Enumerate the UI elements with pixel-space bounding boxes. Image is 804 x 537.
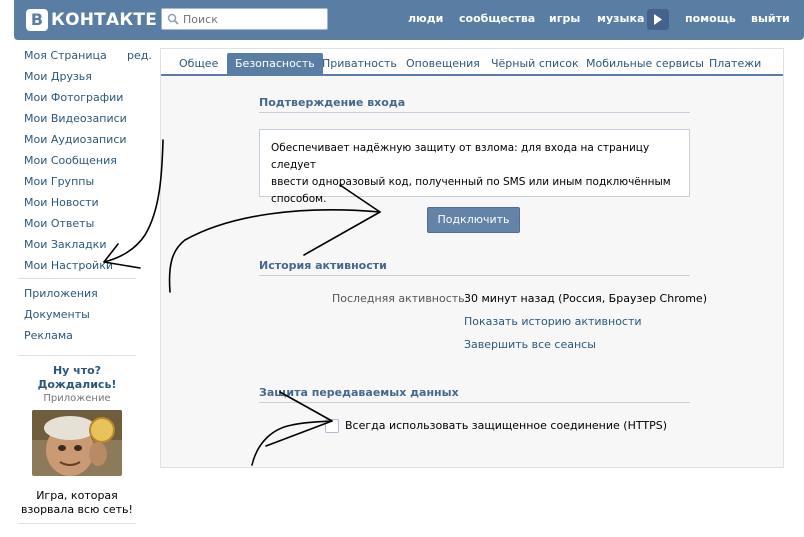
tab-security[interactable]: Безопасность [227, 53, 323, 76]
description-line: ввести одноразовый код, полученный по SM… [271, 176, 671, 188]
vk-logo-icon: B [26, 9, 48, 31]
section-divider [259, 275, 690, 276]
menu-divider [18, 355, 136, 356]
https-checkbox-label[interactable]: Всегда использовать защищенное соединени… [345, 419, 667, 432]
tab-privacy[interactable]: Приватность [314, 53, 405, 76]
search-input[interactable] [183, 11, 323, 27]
top-header: B КОНТАКТЕ люди сообщества игры музыка п… [14, 0, 804, 40]
menu-my-audio[interactable]: Мои Аудиозаписи [24, 133, 127, 146]
promo-title-line1[interactable]: Ну что? [18, 364, 136, 378]
settings-panel: Общее Безопасность Приватность Оповещени… [160, 48, 784, 468]
menu-my-videos[interactable]: Мои Видеозаписи [24, 112, 127, 125]
last-activity-value: 30 минут назад (Россия, Браузер Chrome) [464, 292, 707, 305]
last-activity-label: Последняя активность: [332, 292, 469, 305]
caveman-app-image[interactable] [32, 410, 122, 476]
promo-subtitle: Приложение [43, 393, 111, 404]
vk-logo-text: КОНТАКТЕ [51, 10, 158, 30]
app-promo[interactable]: Ну что? Дождались! Приложение Игра, кото… [18, 364, 136, 517]
tab-blacklist[interactable]: Чёрный список [483, 53, 587, 76]
menu-my-photos[interactable]: Мои Фотографии [24, 91, 123, 104]
description-line: способом. [271, 193, 327, 205]
nav-games[interactable]: игры [549, 12, 580, 25]
login-confirm-description: Обеспечивает надёжную защиту от взлома: … [259, 129, 690, 205]
promo-caption-line2: взорвала всю сеть! [21, 503, 133, 516]
vk-logo[interactable]: B КОНТАКТЕ [26, 8, 157, 32]
menu-ads[interactable]: Реклама [24, 329, 73, 342]
connect-button[interactable]: Подключить [427, 207, 520, 233]
promo-title-line2[interactable]: Дождались! [18, 378, 136, 392]
play-button[interactable] [647, 9, 669, 30]
tab-general[interactable]: Общее [171, 53, 226, 76]
search-icon [167, 13, 179, 25]
nav-people[interactable]: люди [408, 12, 443, 25]
tab-notifications[interactable]: Оповещения [398, 53, 488, 76]
play-icon [654, 14, 662, 25]
login-confirm-title: Подтверждение входа [259, 96, 406, 109]
menu-my-bookmarks[interactable]: Мои Закладки [24, 238, 106, 251]
description-line: Обеспечивает надёжную защиту от взлома: … [271, 142, 650, 171]
nav-help[interactable]: помощь [685, 12, 736, 25]
settings-tabs: Общее Безопасность Приватность Оповещени… [161, 49, 783, 76]
show-activity-history-link[interactable]: Показать историю активности [464, 315, 642, 328]
activity-history-title: История активности [259, 259, 387, 272]
menu-my-friends[interactable]: Мои Друзья [24, 70, 92, 83]
data-protection-title: Защита передаваемых данных [259, 386, 459, 399]
nav-logout[interactable]: выйти [751, 12, 790, 25]
menu-my-page[interactable]: Моя Страница [24, 49, 107, 62]
tab-payments[interactable]: Платежи [701, 53, 769, 76]
menu-apps[interactable]: Приложения [24, 287, 98, 300]
nav-music[interactable]: музыка [597, 12, 644, 25]
end-all-sessions-link[interactable]: Завершить все сеансы [464, 338, 596, 351]
menu-divider [18, 278, 136, 279]
menu-my-news[interactable]: Мои Новости [24, 196, 99, 209]
section-divider [259, 402, 690, 403]
section-divider [259, 112, 690, 113]
edit-menu-link[interactable]: ред. [127, 49, 152, 62]
menu-my-messages[interactable]: Мои Сообщения [24, 154, 117, 167]
search-box[interactable] [161, 8, 328, 30]
menu-my-answers[interactable]: Мои Ответы [24, 217, 94, 230]
menu-my-settings[interactable]: Мои Настройки [24, 259, 113, 272]
promo-caption-line1: Игра, которая [36, 489, 118, 502]
tab-mobile-services[interactable]: Мобильные сервисы [578, 53, 712, 76]
menu-documents[interactable]: Документы [24, 308, 90, 321]
https-checkbox[interactable] [325, 419, 339, 433]
menu-my-groups[interactable]: Мои Группы [24, 175, 94, 188]
nav-communities[interactable]: сообщества [459, 12, 535, 25]
menu-divider [18, 523, 136, 524]
